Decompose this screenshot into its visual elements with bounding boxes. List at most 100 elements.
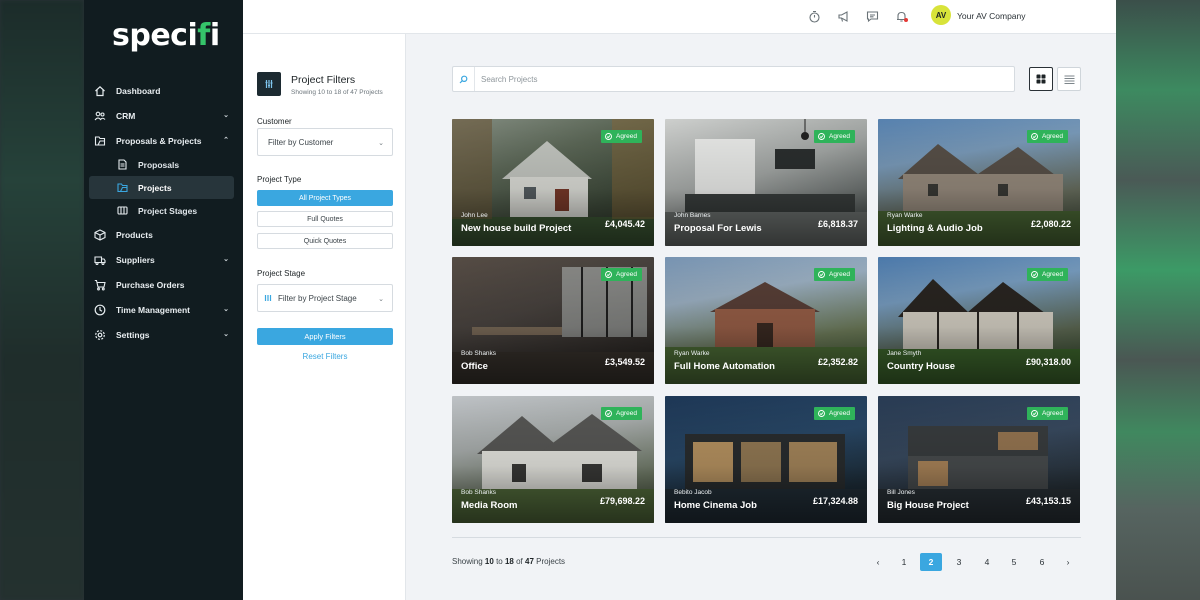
pagination-page-5[interactable]: 5 bbox=[1003, 553, 1025, 571]
sidebar-item-label: Suppliers bbox=[116, 254, 155, 265]
pagination-page-6[interactable]: 6 bbox=[1031, 553, 1053, 571]
pagination-page-4[interactable]: 4 bbox=[976, 553, 998, 571]
project-title[interactable]: Media Room bbox=[461, 500, 517, 511]
project-type-quick-quotes-button[interactable]: Quick Quotes bbox=[257, 233, 393, 249]
status-badge: Agreed bbox=[601, 130, 642, 143]
project-type-all-button[interactable]: All Project Types bbox=[257, 190, 393, 206]
status-badge: Agreed bbox=[601, 268, 642, 281]
client-name: John Barnes bbox=[674, 212, 711, 219]
list-icon bbox=[1064, 75, 1075, 84]
chat-icon[interactable] bbox=[865, 9, 879, 23]
company-name[interactable]: Your AV Company bbox=[957, 11, 1026, 21]
project-title[interactable]: Country House bbox=[887, 361, 955, 372]
sidebar-subitem-proposals[interactable]: Proposals bbox=[84, 153, 243, 176]
sidebar-item-label: Settings bbox=[116, 329, 150, 340]
divider bbox=[452, 537, 1081, 538]
project-card[interactable]: Agreed Bob Shanks Media Room £79,698.22 bbox=[452, 396, 654, 523]
project-stage-label: Project Stage bbox=[257, 269, 306, 278]
truck-icon bbox=[94, 254, 106, 266]
grid-view-button[interactable] bbox=[1029, 67, 1053, 91]
avatar[interactable]: AV bbox=[931, 5, 951, 25]
background-blur-left bbox=[0, 0, 84, 600]
project-title[interactable]: Full Home Automation bbox=[674, 361, 775, 372]
stopwatch-icon[interactable] bbox=[807, 9, 821, 23]
megaphone-icon[interactable] bbox=[836, 9, 850, 23]
pagination-prev-button[interactable]: ‹ bbox=[867, 553, 889, 571]
cart-icon bbox=[94, 279, 106, 291]
sidebar-subitem-projects[interactable]: Projects bbox=[89, 176, 234, 199]
list-view-button[interactable] bbox=[1057, 67, 1081, 91]
specifi-logo[interactable]: specifi bbox=[112, 18, 220, 53]
project-card[interactable]: Agreed Ryan Warke Full Home Automation £… bbox=[665, 257, 867, 384]
chevron-up-icon: ⌃ bbox=[223, 137, 229, 144]
home-icon bbox=[94, 85, 106, 97]
results-count: Showing 10 to 18 of 47 Projects bbox=[452, 557, 566, 566]
project-price: £17,324.88 bbox=[812, 496, 858, 506]
project-type-full-quotes-button[interactable]: Full Quotes bbox=[257, 211, 393, 227]
project-card[interactable]: Agreed John Barnes Proposal For Lewis £6… bbox=[665, 119, 867, 246]
project-title[interactable]: New house build Project bbox=[461, 223, 571, 234]
project-title[interactable]: Big House Project bbox=[887, 500, 969, 511]
project-card[interactable]: Agreed Bebito Jacob Home Cinema Job £17,… bbox=[665, 396, 867, 523]
document-icon bbox=[117, 159, 128, 170]
box-icon bbox=[94, 228, 106, 241]
bell-icon[interactable] bbox=[894, 9, 908, 23]
customer-label: Customer bbox=[257, 117, 292, 126]
sidebar-item-products[interactable]: Products bbox=[84, 222, 243, 247]
project-card[interactable]: Agreed Ryan Warke Lighting & Audio Job £… bbox=[878, 119, 1080, 246]
sidebar: specifi Dashboard CRM ⌄ Proposals & Proj… bbox=[84, 0, 243, 600]
sidebar-item-time-management[interactable]: Time Management ⌄ bbox=[84, 297, 243, 322]
status-badge: Agreed bbox=[814, 268, 855, 281]
chevron-down-icon: ⌄ bbox=[223, 256, 229, 263]
search-input[interactable]: Search Projects bbox=[481, 75, 537, 84]
sidebar-item-label: Dashboard bbox=[116, 85, 161, 96]
client-name: Ryan Warke bbox=[887, 212, 923, 219]
chevron-down-icon: ⌄ bbox=[378, 296, 384, 303]
background-blur-right bbox=[1116, 0, 1200, 600]
project-title[interactable]: Proposal For Lewis bbox=[674, 223, 762, 234]
sidebar-item-dashboard[interactable]: Dashboard bbox=[84, 78, 243, 103]
client-name: Bob Shanks bbox=[461, 489, 497, 496]
customer-select[interactable]: Filter by Customer ⌄ bbox=[257, 128, 393, 156]
customer-select-value: Filter by Customer bbox=[268, 137, 334, 147]
client-name: Bill Jones bbox=[887, 489, 915, 496]
client-name: John Lee bbox=[461, 212, 488, 219]
reset-filters-link[interactable]: Reset Filters bbox=[257, 352, 393, 361]
grid-icon bbox=[1036, 74, 1046, 84]
sidebar-item-settings[interactable]: Settings ⌄ bbox=[84, 322, 243, 347]
status-badge: Agreed bbox=[601, 407, 642, 420]
project-title[interactable]: Home Cinema Job bbox=[674, 500, 757, 511]
pagination-page-3[interactable]: 3 bbox=[948, 553, 970, 571]
status-badge: Agreed bbox=[1027, 407, 1068, 420]
sidebar-item-crm[interactable]: CRM ⌄ bbox=[84, 103, 243, 128]
pagination-page-1[interactable]: 1 bbox=[893, 553, 915, 571]
stage-bars-icon bbox=[264, 294, 272, 302]
project-title[interactable]: Office bbox=[461, 361, 488, 372]
filter-panel: Project Filters Showing 10 to 18 of 47 P… bbox=[243, 34, 406, 600]
sidebar-item-purchase-orders[interactable]: Purchase Orders bbox=[84, 272, 243, 297]
project-card[interactable]: Agreed Bill Jones Big House Project £43,… bbox=[878, 396, 1080, 523]
chevron-down-icon: ⌄ bbox=[378, 140, 384, 147]
search-icon bbox=[453, 67, 475, 91]
pagination-page-2[interactable]: 2 bbox=[920, 553, 942, 571]
sidebar-item-suppliers[interactable]: Suppliers ⌄ bbox=[84, 247, 243, 272]
project-card[interactable]: Agreed Jane Smyth Country House £90,318.… bbox=[878, 257, 1080, 384]
sidebar-nav: Dashboard CRM ⌄ Proposals & Projects ⌃ P… bbox=[84, 78, 243, 347]
gear-icon bbox=[94, 329, 106, 341]
sidebar-item-proposals-projects[interactable]: Proposals & Projects ⌃ bbox=[84, 128, 243, 153]
topbar: AV Your AV Company bbox=[243, 0, 1116, 34]
project-card[interactable]: Agreed John Lee New house build Project … bbox=[452, 119, 654, 246]
project-stage-select[interactable]: Filter by Project Stage ⌄ bbox=[257, 284, 393, 312]
sidebar-subitem-project-stages[interactable]: Project Stages bbox=[84, 199, 243, 222]
client-name: Jane Smyth bbox=[887, 350, 922, 357]
search-bar[interactable]: Search Projects bbox=[452, 66, 1015, 92]
project-title[interactable]: Lighting & Audio Job bbox=[887, 223, 983, 234]
filter-panel-subtitle: Showing 10 to 18 of 47 Projects bbox=[291, 89, 383, 96]
sidebar-item-label: CRM bbox=[116, 110, 136, 121]
apply-filters-button[interactable]: Apply Filters bbox=[257, 328, 393, 345]
project-card[interactable]: Agreed Bob Shanks Office £3,549.52 bbox=[452, 257, 654, 384]
sidebar-item-label: Proposals & Projects bbox=[116, 135, 202, 146]
pagination-next-button[interactable]: › bbox=[1057, 553, 1079, 571]
project-price: £2,080.22 bbox=[1030, 219, 1071, 229]
project-stage-select-value: Filter by Project Stage bbox=[278, 293, 357, 303]
